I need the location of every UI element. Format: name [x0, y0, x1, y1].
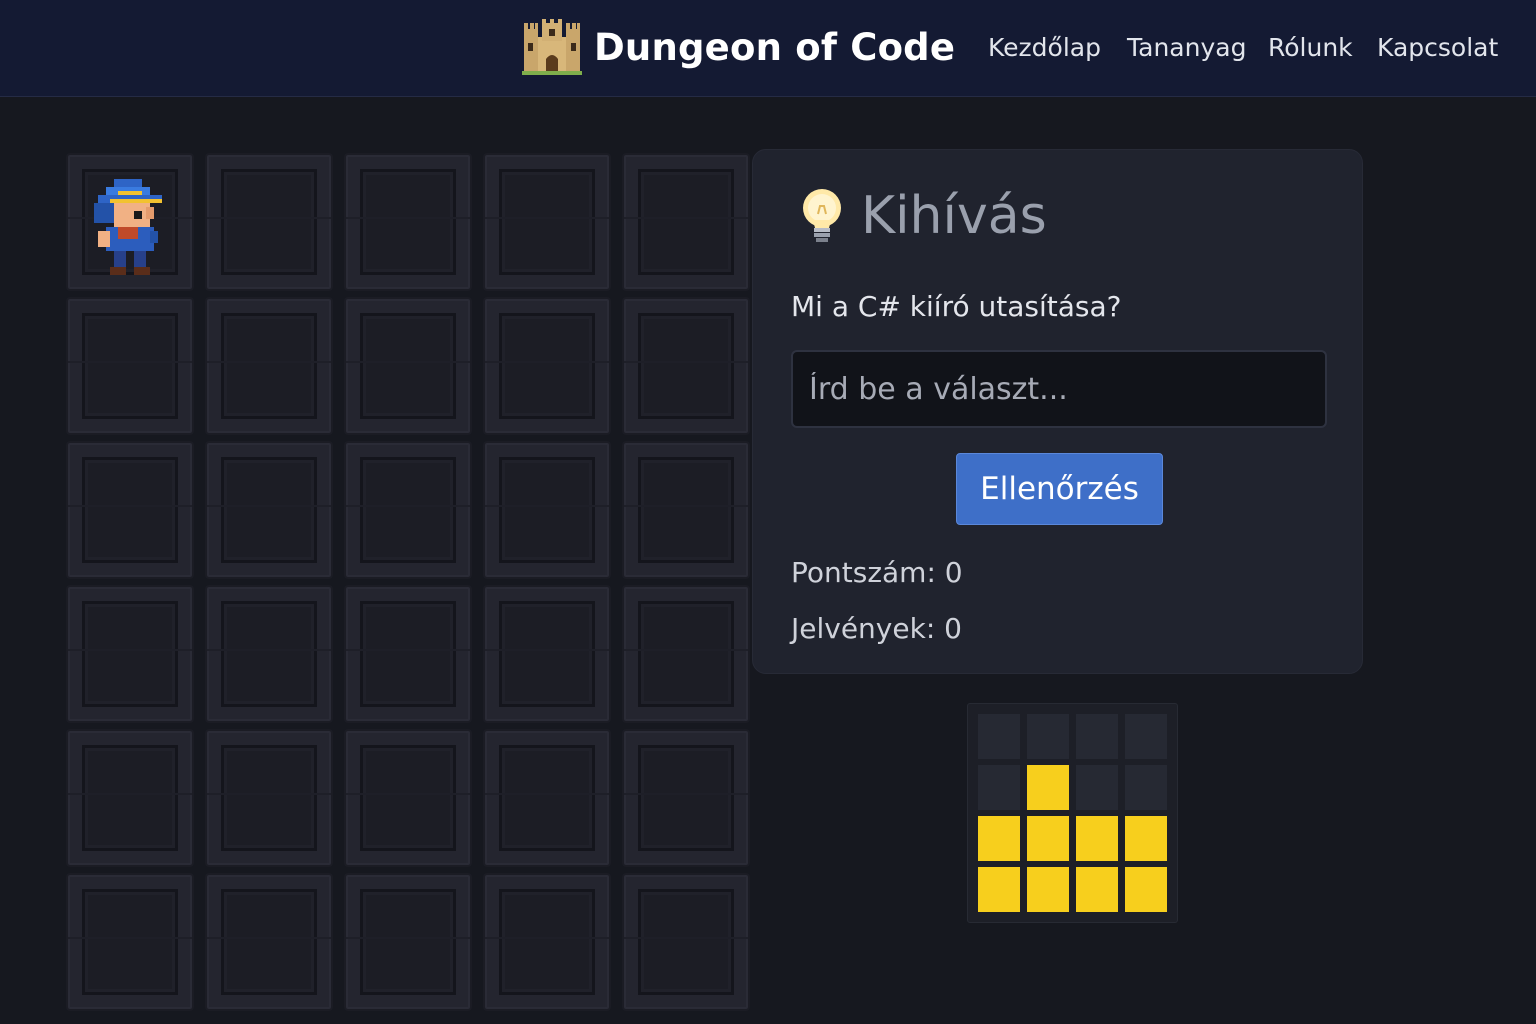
- minimap-cell-visited: [1027, 867, 1069, 912]
- question-text: Mi a C# kiíró utasítása?: [791, 290, 1122, 323]
- dungeon-tile[interactable]: [344, 729, 472, 867]
- dungeon-tile[interactable]: [66, 585, 194, 723]
- check-answer-button[interactable]: Ellenőrzés: [956, 453, 1163, 525]
- nav-link-contact[interactable]: Kapcsolat: [1377, 33, 1498, 62]
- dungeon-tile[interactable]: [205, 729, 333, 867]
- dungeon-tile[interactable]: [344, 441, 472, 579]
- dungeon-tile[interactable]: [205, 585, 333, 723]
- minimap-cell: [1076, 765, 1118, 810]
- dungeon-tile[interactable]: [622, 441, 750, 579]
- dungeon-tile[interactable]: [344, 585, 472, 723]
- brand[interactable]: Dungeon of Code: [522, 18, 955, 76]
- dungeon-tile[interactable]: [66, 873, 194, 1011]
- challenge-heading: Kihívás: [795, 186, 1047, 246]
- nav-link-home[interactable]: Kezdőlap: [988, 33, 1101, 62]
- dungeon-tile[interactable]: [622, 585, 750, 723]
- minimap-cell-visited: [1076, 867, 1118, 912]
- minimap-cell-visited: [1027, 816, 1069, 861]
- badges-text: Jelvények: 0: [791, 612, 962, 645]
- top-navbar: Dungeon of Code Kezdőlap Tananyag Rólunk…: [0, 0, 1536, 97]
- minimap-cell-visited: [978, 867, 1020, 912]
- brand-title: Dungeon of Code: [594, 25, 956, 69]
- nav-link-about[interactable]: Rólunk: [1268, 33, 1353, 62]
- answer-input[interactable]: [791, 350, 1327, 428]
- minimap-cell-visited: [1125, 816, 1167, 861]
- dungeon-tile[interactable]: [483, 873, 611, 1011]
- dungeon-tile[interactable]: [622, 297, 750, 435]
- dungeon-tile[interactable]: [66, 729, 194, 867]
- dungeon-tile[interactable]: [66, 441, 194, 579]
- minimap-cell: [1027, 714, 1069, 759]
- dungeon-board: [66, 153, 750, 1011]
- challenge-card: Kihívás Mi a C# kiíró utasítása? Ellenőr…: [752, 149, 1363, 674]
- minimap-cell-visited: [978, 816, 1020, 861]
- minimap-cell-visited: [1125, 867, 1167, 912]
- dungeon-tile[interactable]: [344, 153, 472, 291]
- dungeon-tile[interactable]: [483, 585, 611, 723]
- dungeon-tile[interactable]: [483, 153, 611, 291]
- dungeon-tile[interactable]: [344, 873, 472, 1011]
- dungeon-tile[interactable]: [622, 873, 750, 1011]
- dungeon-tile[interactable]: [66, 297, 194, 435]
- lightbulb-icon: [803, 189, 841, 242]
- minimap-cell: [978, 714, 1020, 759]
- dungeon-tile[interactable]: [66, 153, 194, 291]
- dungeon-tile[interactable]: [205, 873, 333, 1011]
- dungeon-tile[interactable]: [205, 297, 333, 435]
- minimap-cell: [1125, 765, 1167, 810]
- minimap-cell-visited: [1027, 765, 1069, 810]
- minimap-cell-visited: [1076, 816, 1118, 861]
- minimap: [967, 703, 1178, 923]
- wizard-hero-sprite: [94, 179, 162, 275]
- dungeon-tile[interactable]: [205, 153, 333, 291]
- dungeon-tile[interactable]: [483, 729, 611, 867]
- nav-link-curriculum[interactable]: Tananyag: [1127, 33, 1246, 62]
- minimap-cell: [978, 765, 1020, 810]
- dungeon-tile[interactable]: [622, 729, 750, 867]
- minimap-cell: [1125, 714, 1167, 759]
- minimap-cell: [1076, 714, 1118, 759]
- dungeon-tile[interactable]: [483, 297, 611, 435]
- score-text: Pontszám: 0: [791, 556, 963, 589]
- challenge-title: Kihívás: [861, 186, 1047, 246]
- dungeon-tile[interactable]: [483, 441, 611, 579]
- dungeon-tile[interactable]: [205, 441, 333, 579]
- dungeon-tile[interactable]: [622, 153, 750, 291]
- dungeon-tile[interactable]: [344, 297, 472, 435]
- castle-icon: [522, 19, 582, 75]
